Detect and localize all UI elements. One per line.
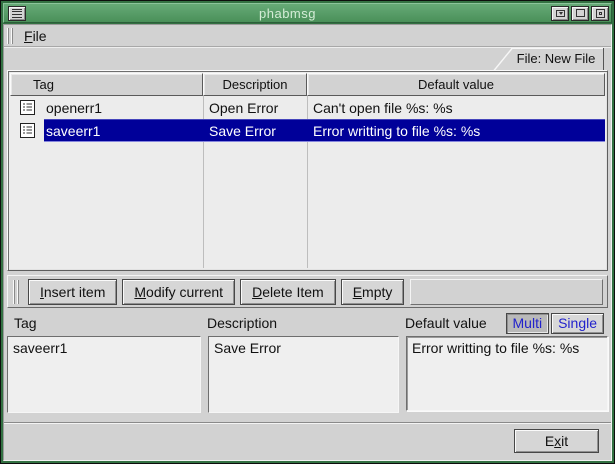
cell-default-value: Error writting to file %s: %s: [307, 123, 605, 139]
maximize-button[interactable]: [571, 6, 589, 21]
button-key: D: [252, 284, 262, 300]
tab-label: File: New File: [512, 51, 600, 66]
button-label: mpty: [362, 284, 392, 300]
toolbar-filler-panel: [410, 279, 603, 305]
window-menu-icon: [12, 9, 22, 18]
cell-description: Open Error: [203, 100, 307, 116]
menu-file-key: F: [24, 28, 33, 44]
client-area: File File: New File Tag Description De: [3, 24, 612, 461]
header-description[interactable]: Description: [203, 73, 307, 96]
window-title: phabmsg: [26, 6, 549, 21]
toolbar: Insert item Modify current Delete Item E…: [7, 275, 608, 308]
tag-field[interactable]: saveerr1: [7, 336, 201, 413]
cell-tag: saveerr1: [44, 123, 203, 139]
shade-icon: [556, 10, 565, 17]
message-item-icon: [10, 119, 44, 142]
single-mode-button[interactable]: Single: [551, 313, 604, 334]
titlebar[interactable]: phabmsg: [3, 3, 612, 23]
cell-description: Save Error: [203, 123, 307, 139]
default-value-field-label: Default value: [403, 315, 506, 331]
message-table: Tag Description Default value: [7, 70, 608, 271]
table-header: Tag Description Default value: [10, 73, 605, 96]
button-label: nsert item: [44, 284, 105, 300]
form-labels: Tag Description Default value Multi Sing…: [7, 311, 608, 335]
window-menu-button[interactable]: [8, 6, 26, 21]
menu-file-label: ile: [33, 28, 47, 44]
shade-button[interactable]: [551, 6, 569, 21]
description-field[interactable]: Save Error: [208, 336, 399, 413]
toolbar-grip-handle[interactable]: [13, 280, 20, 304]
footer-bar: Exit: [4, 422, 611, 460]
table-row[interactable]: openerr1 Open Error Can't open file %s: …: [10, 96, 605, 119]
row-content: openerr1 Open Error Can't open file %s: …: [44, 96, 605, 119]
default-value-field[interactable]: Error writting to file %s: %s: [406, 336, 608, 411]
tab-strip: File: New File: [7, 47, 608, 70]
form-fields: saveerr1 Save Error Error writting to fi…: [7, 336, 608, 413]
app-window: phabmsg File File: New Fi: [0, 0, 615, 464]
button-label: odify current: [146, 284, 223, 300]
modify-current-button[interactable]: Modify current: [122, 279, 235, 305]
menubar: File: [4, 25, 611, 47]
insert-item-button[interactable]: Insert item: [28, 279, 117, 305]
row-content: saveerr1 Save Error Error writting to fi…: [44, 119, 605, 142]
restore-button[interactable]: [591, 6, 609, 21]
message-item-icon: [10, 96, 44, 119]
restore-icon: [596, 9, 605, 18]
header-default-value[interactable]: Default value: [307, 73, 605, 96]
button-label: E: [545, 433, 554, 449]
tab-file-new-file[interactable]: File: New File: [492, 47, 606, 71]
button-key: E: [353, 284, 362, 300]
empty-button[interactable]: Empty: [341, 279, 405, 305]
multi-mode-button[interactable]: Multi: [506, 313, 550, 334]
delete-item-button[interactable]: Delete Item: [240, 279, 336, 305]
cell-default-value: Can't open file %s: %s: [307, 100, 605, 116]
table-row-selected[interactable]: saveerr1 Save Error Error writting to fi…: [10, 119, 605, 142]
edit-form: Tag Description Default value Multi Sing…: [7, 311, 608, 413]
menubar-grip-handle[interactable]: [7, 28, 14, 44]
button-label: it: [561, 433, 568, 449]
header-tag[interactable]: Tag: [10, 73, 203, 96]
button-label: elete Item: [262, 284, 323, 300]
cell-tag: openerr1: [44, 100, 203, 116]
description-field-label: Description: [205, 315, 403, 331]
menu-file[interactable]: File: [17, 26, 54, 46]
maximize-icon: [576, 9, 585, 17]
tag-field-label: Tag: [7, 315, 205, 331]
exit-button[interactable]: Exit: [514, 429, 599, 453]
button-key: x: [554, 433, 561, 449]
button-key: M: [134, 284, 146, 300]
